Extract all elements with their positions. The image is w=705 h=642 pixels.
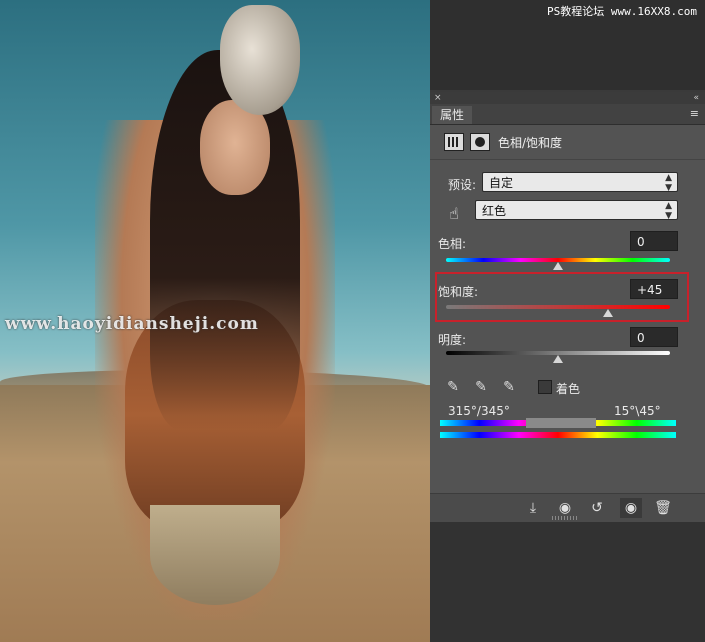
saturation-value-field[interactable]: +45: [630, 279, 678, 299]
eyedropper-icon[interactable]: ✎: [444, 378, 462, 396]
adjustment-layer-icon[interactable]: [444, 133, 464, 151]
collapse-icon[interactable]: «: [693, 92, 699, 104]
adjustment-header: 色相/饱和度: [430, 125, 705, 160]
eyedropper-minus-icon[interactable]: ✎: [500, 378, 518, 396]
visibility-eye-icon[interactable]: ◉: [620, 498, 642, 518]
hue-slider-thumb[interactable]: [553, 262, 563, 270]
lightness-value-field[interactable]: 0: [630, 327, 678, 347]
preset-select[interactable]: 自定 ▲ ▼: [482, 172, 678, 193]
range-left-degrees: 315°/345°: [448, 404, 510, 418]
range-selector[interactable]: [526, 418, 596, 428]
hue-label: 色相:: [438, 237, 467, 251]
watermark-top-right: PS教程论坛 www.16XX8.com: [547, 5, 697, 18]
reset-icon[interactable]: ↺: [586, 498, 608, 518]
saturation-label: 饱和度:: [438, 285, 479, 299]
saturation-slider-thumb[interactable]: [603, 309, 614, 317]
eyedropper-plus-icon[interactable]: ✎: [472, 378, 490, 396]
workspace-lower-area: [430, 522, 705, 642]
watermark-left: www.haoyidiansheji.com: [5, 314, 259, 334]
colorize-label: 着色: [556, 382, 581, 396]
preset-value: 自定: [489, 176, 514, 190]
close-icon[interactable]: ×: [434, 92, 442, 104]
animal-skull-headpiece: [220, 5, 300, 115]
lightness-label: 明度:: [438, 333, 467, 347]
saturation-slider-track[interactable]: [446, 305, 670, 309]
targeted-adjustment-hand-icon[interactable]: ☝: [444, 204, 464, 224]
preset-label: 预设:: [448, 178, 477, 192]
view-previous-icon[interactable]: ◉: [554, 498, 576, 518]
model-swimsuit: [150, 505, 280, 605]
channel-value: 红色: [482, 204, 507, 218]
photo-canvas: www.haoyidiansheji.com: [0, 0, 430, 642]
panel-resize-gripper[interactable]: [552, 516, 578, 520]
colorize-checkbox[interactable]: [538, 380, 552, 394]
clip-to-layer-icon[interactable]: ⤓: [522, 498, 544, 518]
chevron-updown-icon: ▲ ▼: [665, 201, 672, 221]
panel-menu-icon[interactable]: ≡: [690, 106, 699, 122]
layer-mask-icon[interactable]: [470, 133, 490, 151]
chevron-updown-icon: ▲ ▼: [665, 173, 672, 193]
range-bar-bottom: [440, 432, 676, 438]
panel-tabbar: 属性 ≡: [430, 104, 705, 125]
adjustment-title: 色相/饱和度: [498, 136, 563, 150]
tab-properties[interactable]: 属性: [432, 106, 473, 124]
hue-value-field[interactable]: 0: [630, 231, 678, 251]
lightness-slider-thumb[interactable]: [553, 355, 563, 363]
range-right-degrees: 15°\45°: [614, 404, 661, 418]
properties-panel: × « 属性 ≡ 色相/饱和度 预设: 自定 ▲ ▼ ☝ 红色 ▲ ▼ 色相: 0 …: [430, 92, 705, 642]
panel-topbar: × «: [430, 92, 705, 104]
channel-select[interactable]: 红色 ▲ ▼: [475, 200, 678, 221]
trash-icon[interactable]: 🗑: [652, 498, 674, 518]
